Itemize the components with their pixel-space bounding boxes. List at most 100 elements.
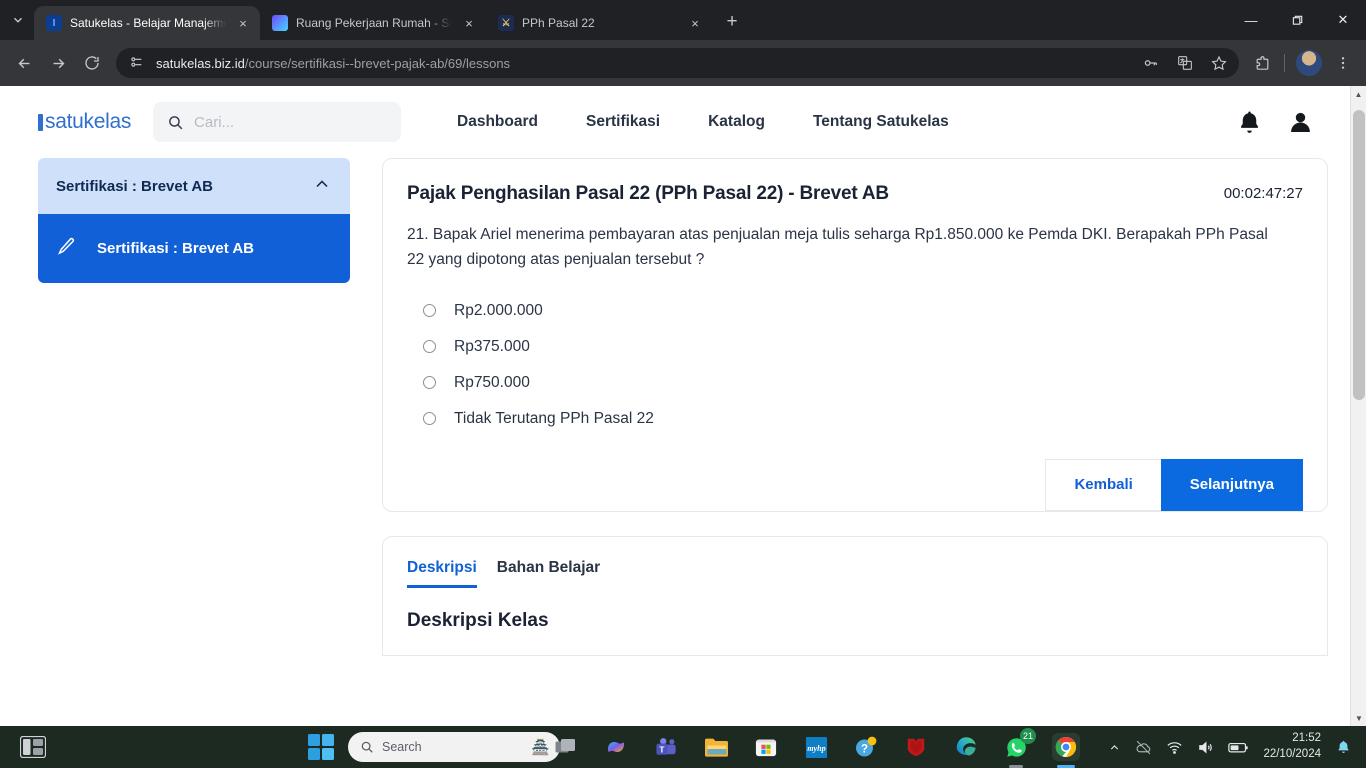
url-host: satukelas.biz.id	[156, 55, 245, 71]
logo-mark-icon	[38, 113, 43, 131]
copilot-icon[interactable]	[602, 733, 630, 761]
quiz-option-3[interactable]: Rp750.000	[407, 365, 1303, 401]
browser-tab-2[interactable]: Ruang Pekerjaan Rumah - Study ×	[260, 6, 486, 40]
tab-close-icon[interactable]: ×	[460, 14, 478, 32]
radio-button[interactable]	[423, 412, 436, 426]
task-view-icon[interactable]	[552, 733, 580, 761]
battery-icon[interactable]	[1228, 739, 1249, 756]
quiz-option-2[interactable]: Rp375.000	[407, 329, 1303, 365]
reload-icon[interactable]	[76, 47, 108, 79]
user-account-icon[interactable]	[1287, 109, 1314, 136]
mcafee-icon[interactable]	[902, 733, 930, 761]
back-icon[interactable]	[8, 47, 40, 79]
tab-title: Ruang Pekerjaan Rumah - Study	[296, 16, 452, 30]
window-controls: — ✕	[1228, 0, 1366, 40]
taskbar-clock[interactable]: 21:52 22/10/2024	[1263, 731, 1321, 762]
whatsapp-badge: 21	[1019, 728, 1036, 744]
tab-deskripsi[interactable]: Deskripsi	[407, 559, 477, 588]
browser-tab-1[interactable]: I Satukelas - Belajar Manajemen ×	[34, 6, 260, 40]
satukelas-icon: I	[46, 15, 62, 31]
lesson-tabs: Deskripsi Bahan Belajar	[407, 559, 1303, 588]
search-placeholder: Cari...	[194, 113, 235, 131]
whatsapp-icon[interactable]: 21	[1002, 728, 1036, 768]
taskbar-search[interactable]: Search 🏯	[348, 732, 560, 762]
profile-avatar[interactable]	[1296, 50, 1322, 76]
tab-close-icon[interactable]: ×	[686, 14, 704, 32]
browser-toolbar: satukelas.biz.id/course/sertifikasi--bre…	[0, 40, 1366, 86]
notification-bell-icon[interactable]	[1335, 739, 1352, 756]
radio-button[interactable]	[423, 340, 436, 354]
study-icon	[272, 15, 288, 31]
nav-link-tentang-satukelas[interactable]: Tentang Satukelas	[813, 113, 949, 131]
chrome-icon[interactable]	[1052, 733, 1080, 768]
system-tray: 21:52 22/10/2024	[1108, 731, 1366, 762]
clock-date: 22/10/2024	[1263, 748, 1321, 760]
close-window-button[interactable]: ✕	[1320, 4, 1366, 36]
next-button[interactable]: Selanjutnya	[1160, 458, 1303, 511]
scroll-up-icon[interactable]: ▲	[1351, 86, 1366, 102]
help-icon[interactable]: ?	[852, 733, 880, 761]
chrome-menu-icon[interactable]	[1328, 48, 1358, 78]
password-key-icon[interactable]	[1139, 51, 1163, 75]
volume-icon[interactable]	[1197, 739, 1214, 756]
sidebar-accordion-header[interactable]: Sertifikasi : Brevet AB	[38, 158, 350, 214]
search-input[interactable]: Cari...	[153, 102, 402, 142]
myhp-icon[interactable]: myhp	[802, 733, 830, 761]
forward-icon[interactable]	[42, 47, 74, 79]
nav-link-dashboard[interactable]: Dashboard	[457, 113, 538, 131]
url-path: /course/sertifikasi--brevet-pajak-ab/69/…	[244, 55, 511, 71]
svg-text:?: ?	[861, 744, 868, 756]
nav-link-katalog[interactable]: Katalog	[708, 113, 765, 131]
tab-title: Satukelas - Belajar Manajemen	[70, 16, 226, 30]
search-icon	[167, 114, 184, 131]
page-title: Pajak Penghasilan Pasal 22 (PPh Pasal 22…	[407, 183, 889, 204]
onedrive-icon[interactable]	[1135, 739, 1152, 756]
sidebar-accordion-title: Sertifikasi : Brevet AB	[56, 177, 214, 195]
lesson-detail-card: Deskripsi Bahan Belajar Deskripsi Kelas	[382, 535, 1328, 656]
nav-link-sertifikasi[interactable]: Sertifikasi	[586, 113, 660, 131]
maximize-button[interactable]	[1274, 4, 1320, 36]
file-explorer-icon[interactable]	[702, 733, 730, 761]
quiz-question-text: 21. Bapak Ariel menerima pembayaran atas…	[407, 226, 1268, 268]
pencil-icon	[56, 236, 77, 261]
scroll-down-icon[interactable]: ▼	[1351, 710, 1366, 726]
translate-icon[interactable]	[1173, 51, 1197, 75]
radio-button[interactable]	[423, 376, 436, 390]
quiz-option-4[interactable]: Tidak Terutang PPh Pasal 22	[407, 401, 1303, 437]
header-actions	[1236, 109, 1326, 136]
start-icon[interactable]	[308, 734, 334, 760]
tab-bahan-belajar[interactable]: Bahan Belajar	[497, 559, 600, 588]
new-tab-button[interactable]: +	[718, 8, 746, 36]
microsoft-store-icon[interactable]	[752, 733, 780, 761]
taskbar-left	[0, 734, 60, 760]
sidebar-item-label: Sertifikasi : Brevet AB	[97, 240, 255, 257]
svg-text:T: T	[659, 744, 665, 754]
browser-tab-3[interactable]: ⚔ PPh Pasal 22 ×	[486, 6, 712, 40]
edge-icon[interactable]	[952, 733, 980, 761]
wifi-icon[interactable]	[1166, 739, 1183, 756]
address-bar[interactable]: satukelas.biz.id/course/sertifikasi--bre…	[116, 48, 1239, 78]
search-icon	[360, 740, 374, 754]
tab-search-icon[interactable]	[4, 6, 32, 34]
bookmark-star-icon[interactable]	[1207, 51, 1231, 75]
tab-close-icon[interactable]: ×	[234, 14, 252, 32]
chrome-browser-window: I Satukelas - Belajar Manajemen × Ruang …	[0, 0, 1366, 768]
widgets-icon[interactable]	[18, 734, 48, 760]
chevron-up-icon[interactable]	[312, 174, 332, 198]
radio-button[interactable]	[423, 304, 436, 318]
teams-icon[interactable]: T	[652, 733, 680, 761]
site-header: satukelas Cari... Dashboard Sertifikasi …	[0, 86, 1350, 158]
scrollbar-thumb[interactable]	[1353, 110, 1365, 400]
site-logo[interactable]: satukelas	[38, 110, 131, 134]
sidebar-item-sertifikasi-brevet-ab[interactable]: Sertifikasi : Brevet AB	[38, 214, 350, 283]
notification-bell-icon[interactable]	[1236, 109, 1263, 136]
extensions-icon[interactable]	[1247, 48, 1277, 78]
quiz-option-1[interactable]: Rp2.000.000	[407, 293, 1303, 329]
back-button[interactable]: Kembali	[1045, 458, 1161, 511]
site-info-icon[interactable]	[128, 54, 146, 72]
minimize-button[interactable]: —	[1228, 4, 1274, 36]
chevron-up-icon[interactable]	[1108, 741, 1121, 754]
page-scrollbar[interactable]: ▲ ▼	[1350, 86, 1366, 726]
quiz-option-label: Tidak Terutang PPh Pasal 22	[454, 409, 654, 427]
windows-taskbar: Search 🏯 T myhp ? 21 21:52 22/10/2024	[0, 726, 1366, 768]
